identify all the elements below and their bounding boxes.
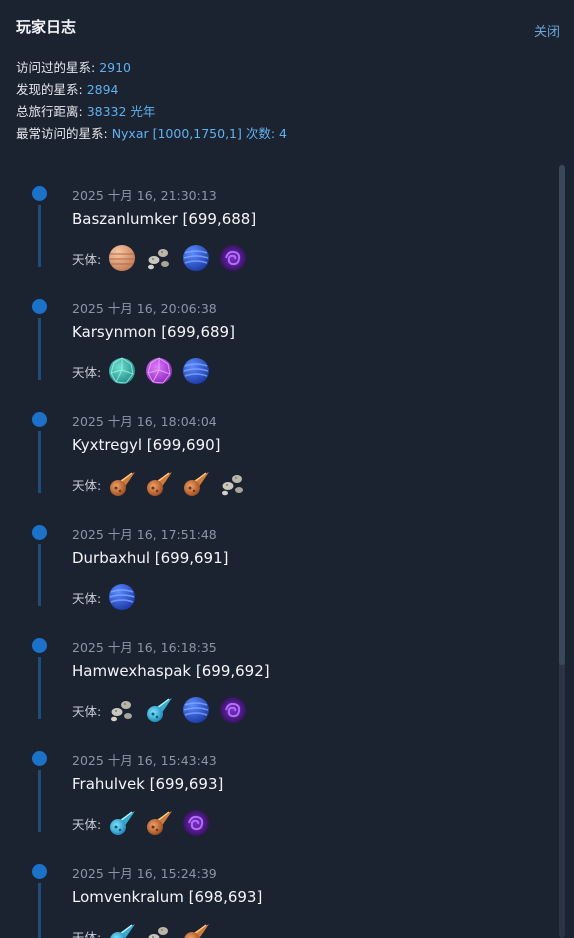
asteroids-icon[interactable] [218, 469, 248, 499]
entry-date: 2025 十月 16, 15:43:43 [72, 753, 217, 768]
asteroids-icon[interactable] [144, 921, 174, 938]
timeline-dot [32, 864, 47, 879]
timeline-dot [32, 751, 47, 766]
timeline-line [38, 318, 41, 380]
comet-cyan-icon[interactable] [107, 921, 137, 938]
system-name[interactable]: Frahulvek [699,693] [72, 775, 223, 793]
ocean-planet-icon[interactable] [107, 582, 137, 612]
stat-visited: 访问过的星系: 2910 [16, 57, 287, 79]
stat-discovered: 发现的星系: 2894 [16, 79, 287, 101]
stat-most-visited-value: Nyxar [1000,1750,1] 次数: 4 [111, 126, 287, 141]
bodies-label: 天体: [72, 364, 102, 380]
stat-distance: 总旅行距离: 38332 光年 [16, 101, 287, 123]
celestial-bodies-row: 天体: [72, 581, 144, 613]
bodies-label: 天体: [72, 929, 102, 938]
celestial-bodies-row: 天体: [72, 807, 218, 839]
comet-cyan-icon[interactable] [144, 695, 174, 725]
asteroids-icon[interactable] [107, 695, 137, 725]
log-entry[interactable]: 2025 十月 16, 15:24:39 Lomvenkralum [698,69… [16, 841, 536, 938]
system-name[interactable]: Karsynmon [699,689] [72, 323, 235, 341]
nebula-icon[interactable] [218, 243, 248, 273]
timeline-line [38, 770, 41, 832]
timeline-dot [32, 186, 47, 201]
entry-date: 2025 十月 16, 17:51:48 [72, 527, 217, 542]
log-entry[interactable]: 2025 十月 16, 21:30:13 Baszanlumker [699,68… [16, 163, 536, 276]
celestial-bodies-row: 天体: [72, 920, 218, 938]
timeline-dot [32, 525, 47, 540]
celestial-bodies-row: 天体: [72, 242, 255, 274]
timeline-dot [32, 638, 47, 653]
timeline-dot [32, 412, 47, 427]
timeline-line [38, 205, 41, 267]
comet-orange-icon[interactable] [181, 469, 211, 499]
system-name[interactable]: Durbaxhul [699,691] [72, 549, 229, 567]
system-name[interactable]: Lomvenkralum [698,693] [72, 888, 262, 906]
ocean-planet-icon[interactable] [181, 356, 211, 386]
timeline-line [38, 431, 41, 493]
ocean-planet-icon[interactable] [181, 243, 211, 273]
stat-discovered-value: 2894 [86, 82, 119, 97]
stat-distance-value: 38332 光年 [86, 104, 156, 119]
stat-discovered-label: 发现的星系: [16, 82, 87, 97]
entry-date: 2025 十月 16, 20:06:38 [72, 301, 217, 316]
close-button[interactable]: 关闭 [534, 21, 560, 40]
comet-orange-icon[interactable] [144, 469, 174, 499]
log-entry[interactable]: 2025 十月 16, 16:18:35 Hamwexhaspak [699,69… [16, 615, 536, 728]
log-entry[interactable]: 2025 十月 16, 18:04:04 Kyxtregyl [699,690] 天… [16, 389, 536, 502]
celestial-bodies-row: 天体: [72, 468, 255, 500]
scrollbar-thumb[interactable] [559, 165, 565, 665]
nebula-icon[interactable] [218, 695, 248, 725]
comet-orange-icon[interactable] [144, 808, 174, 838]
log-entry[interactable]: 2025 十月 16, 15:43:43 Frahulvek [699,693] 天… [16, 728, 536, 841]
entry-date: 2025 十月 16, 15:24:39 [72, 866, 217, 881]
bodies-label: 天体: [72, 703, 102, 719]
comet-orange-icon[interactable] [181, 921, 211, 938]
celestial-bodies-row: 天体: [72, 355, 218, 387]
log-entry[interactable]: 2025 十月 16, 17:51:48 Durbaxhul [699,691] 天… [16, 502, 536, 615]
celestial-bodies-row: 天体: [72, 694, 255, 726]
nebula-icon[interactable] [181, 808, 211, 838]
stat-most-visited: 最常访问的星系: Nyxar [1000,1750,1] 次数: 4 [16, 123, 287, 145]
stat-most-visited-label: 最常访问的星系: [16, 126, 112, 141]
stat-visited-label: 访问过的星系: [16, 60, 100, 75]
log-timeline[interactable]: 2025 十月 16, 21:30:13 Baszanlumker [699,68… [16, 163, 556, 938]
stat-distance-label: 总旅行距离: [16, 104, 87, 119]
bodies-label: 天体: [72, 477, 102, 493]
entry-date: 2025 十月 16, 16:18:35 [72, 640, 217, 655]
stat-visited-value: 2910 [99, 60, 131, 75]
gas-giant-icon[interactable] [107, 243, 137, 273]
page-title: 玩家日志 [16, 18, 77, 36]
timeline-line [38, 883, 41, 938]
crystal-teal-icon[interactable] [107, 356, 137, 386]
crystal-purple-icon[interactable] [144, 356, 174, 386]
timeline-line [38, 544, 41, 606]
ocean-planet-icon[interactable] [181, 695, 211, 725]
log-entry[interactable]: 2025 十月 16, 20:06:38 Karsynmon [699,689] 天… [16, 276, 536, 389]
system-name[interactable]: Hamwexhaspak [699,692] [72, 662, 270, 680]
system-name[interactable]: Baszanlumker [699,688] [72, 210, 256, 228]
asteroids-icon[interactable] [144, 243, 174, 273]
entry-date: 2025 十月 16, 21:30:13 [72, 188, 217, 203]
stats-panel: 访问过的星系: 2910 发现的星系: 2894 总旅行距离: 38332 光年… [16, 57, 287, 145]
log-header: 玩家日志 关闭 [16, 14, 560, 44]
system-name[interactable]: Kyxtregyl [699,690] [72, 436, 221, 454]
timeline-dot [32, 299, 47, 314]
comet-orange-icon[interactable] [107, 469, 137, 499]
scrollbar[interactable] [559, 165, 565, 938]
bodies-label: 天体: [72, 590, 102, 606]
entry-date: 2025 十月 16, 18:04:04 [72, 414, 217, 429]
timeline-line [38, 657, 41, 719]
bodies-label: 天体: [72, 816, 102, 832]
bodies-label: 天体: [72, 251, 102, 267]
comet-cyan-icon[interactable] [107, 808, 137, 838]
